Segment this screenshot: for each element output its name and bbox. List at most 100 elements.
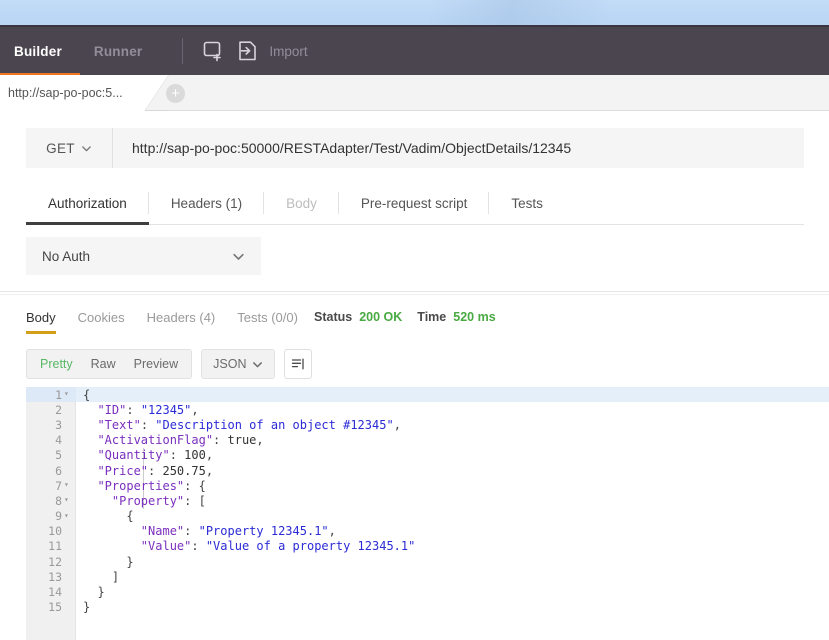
chevron-down-icon [232,250,245,263]
code-line: 9 ▾ { [26,509,829,524]
desktop-background-strip [0,0,829,25]
format-raw-label: Raw [90,357,116,371]
app-toolbar: Builder Runner Import [0,25,829,76]
request-tab-headers-1[interactable]: Headers (1) [149,183,265,224]
language-label: JSON [213,357,247,371]
request-tab-bar: http://sap-po-poc:5... + [0,75,829,111]
code-text: "Price": 250.75, [97,463,214,478]
response-format-bar: Pretty Raw Preview JSON [26,349,313,379]
request-tab-body[interactable]: Body [264,183,339,224]
toolbar-tab-builder-label: Builder [14,43,62,59]
request-section-tabs: Authorization Headers (1) Body Pre-request … [26,183,804,225]
code-line: 2 "ID": "12345", [26,402,829,417]
fold-toggle-icon[interactable]: ▾ [64,511,72,520]
response-tab-cookies[interactable]: Cookies [78,303,125,331]
line-number: 11 [48,539,62,554]
code-text: } [83,600,91,615]
panel-divider [0,291,829,292]
response-tab-body[interactable]: Body [26,303,56,334]
format-raw-button[interactable]: Raw [82,350,125,378]
fold-toggle-icon[interactable]: ▾ [64,390,72,398]
response-tab-label: Headers (4) [146,309,216,325]
request-tab-pre-request-script[interactable]: Pre-request script [339,183,490,224]
response-tab-headers-4[interactable]: Headers (4) [147,303,216,331]
code-line: 10 "Name": "Property 12345.1", [26,524,829,539]
code-text: "Value": "Value of a property 12345.1" [140,539,416,554]
word-wrap-icon[interactable] [284,349,313,379]
response-section-tabs: Body Cookies Headers (4) Tests (0/0) [26,303,320,334]
toolbar-tab-runner[interactable]: Runner [80,26,160,76]
postman-window: Builder Runner Import http://sap-po-poc:… [0,0,829,640]
request-tab-underline [26,222,149,225]
request-tab-active[interactable]: http://sap-po-poc:5... [0,75,145,111]
line-number: 10 [48,524,62,539]
code-text: "ID": "12345", [97,402,199,417]
code-text: { [83,387,91,402]
format-segment-group: Pretty Raw Preview [26,349,193,379]
code-text: "Text": "Description of an object #12345… [97,417,401,432]
response-tab-underline [26,331,56,334]
code-line: 5 "Quantity": 100, [26,448,829,463]
request-tab-label: Tests [511,196,543,211]
import-icon[interactable] [231,34,265,68]
response-tab-tests-0-0[interactable]: Tests (0/0) [237,303,298,331]
line-number: 6 [55,463,62,478]
request-tab-label: http://sap-po-poc:5... [8,85,123,100]
url-bar: GET http://sap-po-poc:50000/RESTAdapter/… [26,128,804,168]
code-text: "Property": [ [111,493,206,508]
response-tab-label: Tests (0/0) [237,309,298,325]
toolbar-tab-builder[interactable]: Builder [0,26,80,76]
line-number: 5 [55,448,62,463]
add-tab-button[interactable]: + [166,84,185,103]
auth-type-label: No Auth [42,248,91,264]
line-number: 12 [48,554,62,569]
desktop-sheen [430,0,610,25]
code-line: 6 "Price": 250.75, [26,463,829,478]
request-tab-label: Headers (1) [170,196,243,211]
code-text: ] [111,569,120,584]
chevron-down-icon [81,143,92,154]
response-body-viewer[interactable]: 1 ▾{2 "ID": "12345", 3 "Text": "Descriptio… [26,387,829,640]
add-tab-icon: + [171,85,180,102]
code-text: "Name": "Property 12345.1", [140,524,336,539]
code-line: 4 "ActivationFlag": true, [26,433,829,448]
import-button[interactable]: Import [269,44,307,59]
line-number: 3 [55,417,62,432]
url-input[interactable]: http://sap-po-poc:50000/RESTAdapter/Test… [113,128,804,168]
status-value: 200 OK [359,310,403,324]
code-line: 1 ▾{ [26,387,829,403]
auth-type-select[interactable]: No Auth [26,237,261,275]
time-value: 520 ms [453,310,496,324]
code-line: 13 ] [26,569,829,584]
request-tab-label: Pre-request script [360,196,468,211]
method-label: GET [46,140,75,156]
code-line: 14 } [26,584,829,599]
code-text: "Quantity": 100, [97,448,214,463]
line-number: 14 [48,585,62,600]
code-text: } [97,585,105,600]
line-number: 2 [55,402,62,417]
chevron-down-icon [252,359,263,370]
format-pretty-label: Pretty [40,357,73,371]
code-text: } [126,554,134,569]
response-tab-label: Cookies [77,309,125,325]
main-content: GET http://sap-po-poc:50000/RESTAdapter/… [0,111,829,640]
code-line: 8 ▾ "Property": [ [26,493,829,508]
fold-toggle-icon[interactable]: ▾ [64,496,72,504]
format-preview-button[interactable]: Preview [125,350,187,378]
format-preview-label: Preview [133,357,179,371]
time-label: Time [417,310,447,324]
line-number: 15 [48,600,62,615]
url-text: http://sap-po-poc:50000/RESTAdapter/Test… [132,140,572,156]
code-lines: 1 ▾{2 "ID": "12345", 3 "Text": "Descriptio… [26,387,829,615]
request-tab-tests[interactable]: Tests [489,183,565,224]
method-selector[interactable]: GET [26,128,112,168]
format-pretty-button[interactable]: Pretty [31,350,82,378]
fold-toggle-icon[interactable]: ▾ [64,481,72,489]
panel-divider-secondary [0,294,829,295]
new-tab-icon[interactable] [197,34,231,68]
language-select[interactable]: JSON [201,349,276,379]
code-line: 11 "Value": "Value of a property 12345.1… [26,539,829,554]
code-text: "Properties": { [97,478,206,493]
request-tab-authorization[interactable]: Authorization [26,183,149,225]
